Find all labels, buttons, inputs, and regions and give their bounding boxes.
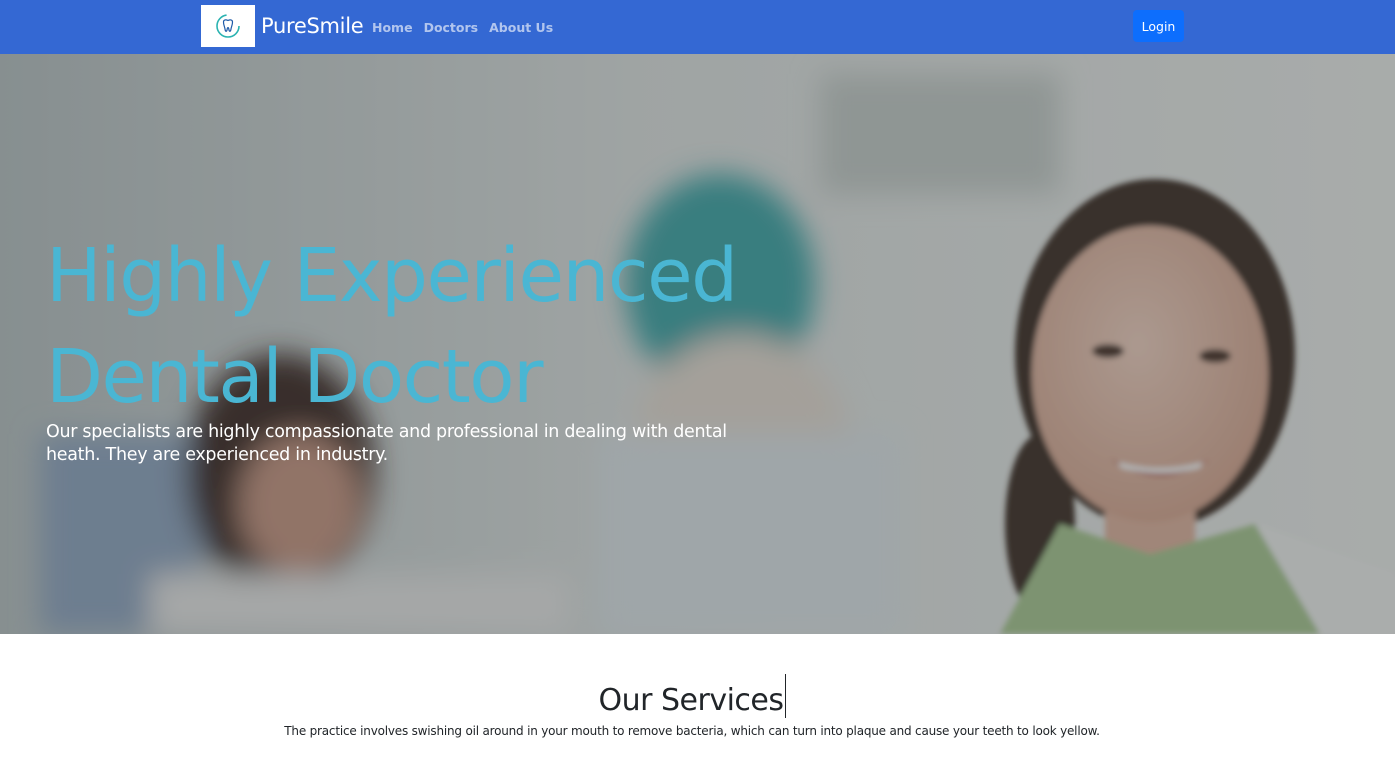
brand-link[interactable]: PureSmile bbox=[201, 5, 364, 47]
services-description: The practice involves swishing oil aroun… bbox=[284, 724, 1100, 738]
nav-links: Home Doctors About Us bbox=[372, 0, 564, 54]
brand-name: PureSmile bbox=[261, 14, 364, 38]
nav-link-about-us[interactable]: About Us bbox=[489, 20, 553, 35]
tooth-logo-icon bbox=[201, 5, 255, 47]
nav-link-home[interactable]: Home bbox=[372, 20, 413, 35]
navbar: PureSmile Home Doctors About Us Login bbox=[0, 0, 1395, 54]
services-section: Our Services The practice involves swish… bbox=[0, 634, 1395, 769]
hero-title: Highly Experienced Dental Doctor bbox=[46, 233, 738, 420]
hero-section: Highly Experienced Dental Doctor Our spe… bbox=[0, 54, 1395, 634]
login-button[interactable]: Login bbox=[1133, 10, 1184, 42]
text-cursor bbox=[784, 674, 786, 718]
hero-subtitle: Our specialists are highly compassionate… bbox=[46, 422, 727, 465]
services-title-text: Our Services bbox=[598, 683, 784, 718]
services-title: Our Services bbox=[0, 674, 1384, 721]
nav-link-doctors[interactable]: Doctors bbox=[424, 20, 479, 35]
